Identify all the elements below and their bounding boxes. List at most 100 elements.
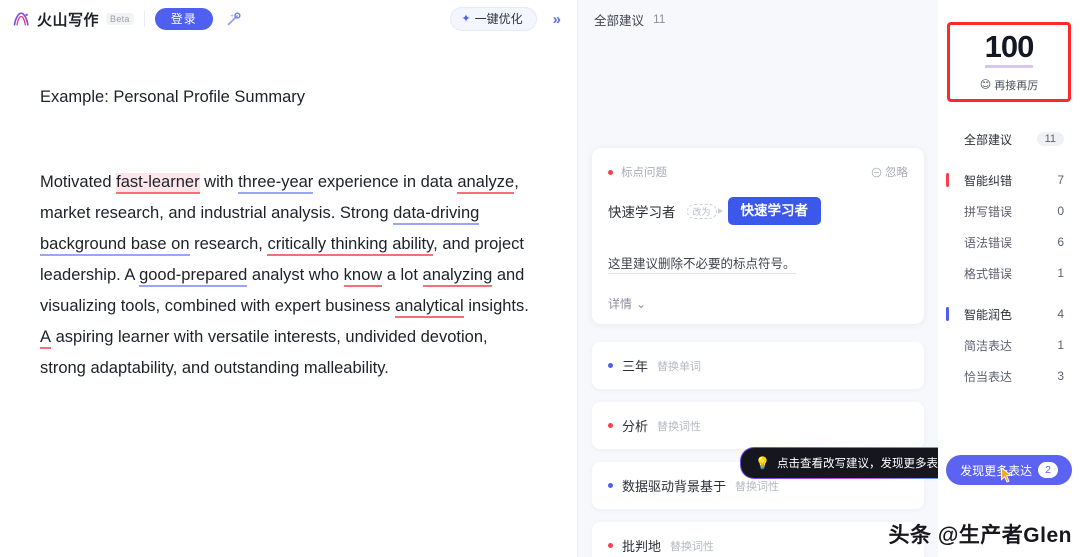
severity-dot-icon — [608, 543, 613, 549]
replace-arrow-icon: 改为 — [686, 203, 717, 219]
suggestion-span-analyzing[interactable]: analyzing — [422, 266, 493, 287]
category-accent-bar — [946, 173, 949, 188]
list-item[interactable]: 分析 替换词性 — [592, 402, 924, 450]
suggestion-span-analytical[interactable]: analytical — [394, 297, 464, 318]
sparkle-icon: ✦ — [461, 12, 471, 25]
list-item-tag: 替换词性 — [670, 540, 715, 553]
mouse-cursor-icon — [1001, 467, 1013, 483]
volcano-logo-icon — [13, 12, 29, 26]
category-row-smart-polish[interactable]: 智能润色 4 — [938, 299, 1080, 330]
category-row-format[interactable]: 格式错误 1 — [938, 258, 1080, 289]
list-item-tag: 替换词性 — [735, 480, 780, 493]
detail-label: 详情 — [608, 297, 633, 312]
ignore-button[interactable]: 忽略 — [871, 164, 908, 180]
suggestion-span-fast-learner[interactable]: fast-learner — [116, 173, 200, 194]
category-list: 全部建议 11 智能纠错 7 拼写错误 0 语法错误 6 格式错误 1 智能润色… — [938, 124, 1080, 392]
category-row-all[interactable]: 全部建议 11 — [938, 124, 1080, 155]
text-run: insights. — [463, 297, 529, 315]
category-row-concise[interactable]: 简洁表达 1 — [938, 330, 1080, 361]
apply-replacement-button[interactable]: 快速学习者 — [727, 197, 821, 226]
top-toolbar: 火山写作 Beta 登录 ✦ 一键优化 » — [0, 0, 577, 38]
list-item-word: 三年 — [622, 359, 649, 375]
list-item-word: 数据驱动背景基于 — [622, 479, 727, 495]
suggestion-span-good-prepared[interactable]: good-prepared — [139, 266, 248, 287]
list-item-word: 分析 — [622, 419, 649, 435]
category-name: 智能纠错 — [964, 173, 1013, 188]
category-name: 拼写错误 — [964, 204, 1013, 219]
list-item-word: 批判地 — [622, 539, 662, 555]
toolbar-divider — [143, 11, 145, 27]
suggestion-span-know[interactable]: know — [343, 266, 383, 287]
text-run: analyst who — [247, 266, 344, 284]
suggestion-span-three-year[interactable]: three-year — [238, 173, 314, 194]
suggestions-column: 全部建议 11 标点问题 忽略 快速学习者 改为 快速学习者 这里建议删除不必要… — [578, 0, 938, 557]
more-button-count: 2 — [1038, 461, 1058, 479]
suggestions-header-count: 11 — [653, 12, 666, 26]
suggestions-header: 全部建议 11 — [578, 0, 938, 38]
beta-badge: Beta — [106, 13, 134, 25]
brand-name: 火山写作 — [37, 11, 100, 29]
score-label-text: 再接再厉 — [994, 79, 1039, 92]
watermark: 头条 @生产者Glen — [888, 524, 1072, 547]
category-count: 11 — [1036, 132, 1064, 147]
category-name: 格式错误 — [964, 266, 1013, 281]
detail-toggle[interactable]: 详情 ⌄ — [608, 295, 908, 312]
magic-wand-icon[interactable] — [223, 8, 245, 30]
chevron-down-icon: ⌄ — [636, 296, 647, 311]
score-label: 😊 再接再厉 — [980, 77, 1038, 93]
suggestion-span-analyze[interactable]: analyze — [457, 173, 515, 194]
text-run: with — [199, 173, 239, 191]
category-name: 智能润色 — [964, 307, 1013, 322]
one-click-optimize-button[interactable]: ✦ 一键优化 — [450, 7, 537, 31]
score-highlight-box: 100 😊 再接再厉 — [947, 22, 1071, 102]
text-run: research, — [189, 235, 268, 253]
list-item[interactable]: 批判地 替换词性 — [592, 522, 924, 557]
editor-column: 火山写作 Beta 登录 ✦ 一键优化 » Example: Personal … — [0, 0, 578, 557]
optimize-label: 一键优化 — [474, 12, 523, 26]
tooltip-text: 点击查看改写建议，发现更多表达 — [776, 458, 938, 470]
suggestion-note: 这里建议删除不必要的标点符号。 — [608, 253, 796, 275]
score-value: 100 — [984, 30, 1034, 68]
document-paragraph: Motivated fast-learner with three-year e… — [40, 167, 537, 384]
category-count: 3 — [1057, 369, 1064, 384]
login-button[interactable]: 登录 — [154, 8, 213, 30]
severity-dot-icon — [608, 363, 613, 369]
suggestion-span-critically-thinking[interactable]: critically thinking ability — [267, 235, 434, 256]
document-editor[interactable]: Example: Personal Profile Summary Motiva… — [0, 38, 577, 557]
category-count: 7 — [1057, 173, 1064, 188]
category-count: 1 — [1057, 338, 1064, 353]
suggestion-card-header: 标点问题 忽略 — [608, 164, 908, 180]
suggestions-list: 标点问题 忽略 快速学习者 改为 快速学习者 这里建议删除不必要的标点符号。 详… — [578, 38, 938, 557]
lightbulb-icon: 💡 — [755, 456, 770, 470]
collapse-panel-button[interactable]: » — [547, 10, 567, 29]
severity-dot-icon — [608, 169, 613, 175]
category-count: 0 — [1057, 204, 1064, 219]
list-item-tag: 替换词性 — [657, 420, 702, 433]
severity-dot-icon — [608, 483, 613, 489]
circle-minus-icon — [871, 167, 882, 177]
category-row-smart-correction[interactable]: 智能纠错 7 — [938, 165, 1080, 196]
category-name: 简洁表达 — [964, 338, 1013, 353]
text-run: experience in data — [313, 173, 458, 191]
category-row-grammar[interactable]: 语法错误 6 — [938, 227, 1080, 258]
category-name: 全部建议 — [964, 132, 1013, 147]
suggestion-card[interactable]: 标点问题 忽略 快速学习者 改为 快速学习者 这里建议删除不必要的标点符号。 详… — [592, 148, 924, 325]
category-count: 1 — [1057, 266, 1064, 281]
category-row-appropriate[interactable]: 恰当表达 3 — [938, 361, 1080, 392]
replacement-row: 快速学习者 改为 快速学习者 — [608, 197, 908, 226]
category-row-spelling[interactable]: 拼写错误 0 — [938, 196, 1080, 227]
category-name: 语法错误 — [964, 235, 1013, 250]
text-run: Motivated — [40, 173, 117, 191]
text-run: aspiring learner with versatile interest… — [40, 328, 488, 377]
text-run: a lot — [382, 266, 423, 284]
list-item[interactable]: 三年 替换单词 — [592, 342, 924, 390]
app-root: 火山写作 Beta 登录 ✦ 一键优化 » Example: Personal … — [0, 0, 1080, 557]
ignore-label: 忽略 — [885, 167, 908, 179]
severity-dot-icon — [608, 423, 613, 429]
suggestion-span-a[interactable]: A — [40, 328, 52, 349]
category-count: 6 — [1057, 235, 1064, 250]
original-word: 快速学习者 — [608, 205, 676, 221]
smiling-face-icon: 😊 — [979, 79, 992, 92]
brand-logo[interactable]: 火山写作 Beta — [12, 9, 134, 30]
suggestions-header-label: 全部建议 — [594, 13, 645, 28]
